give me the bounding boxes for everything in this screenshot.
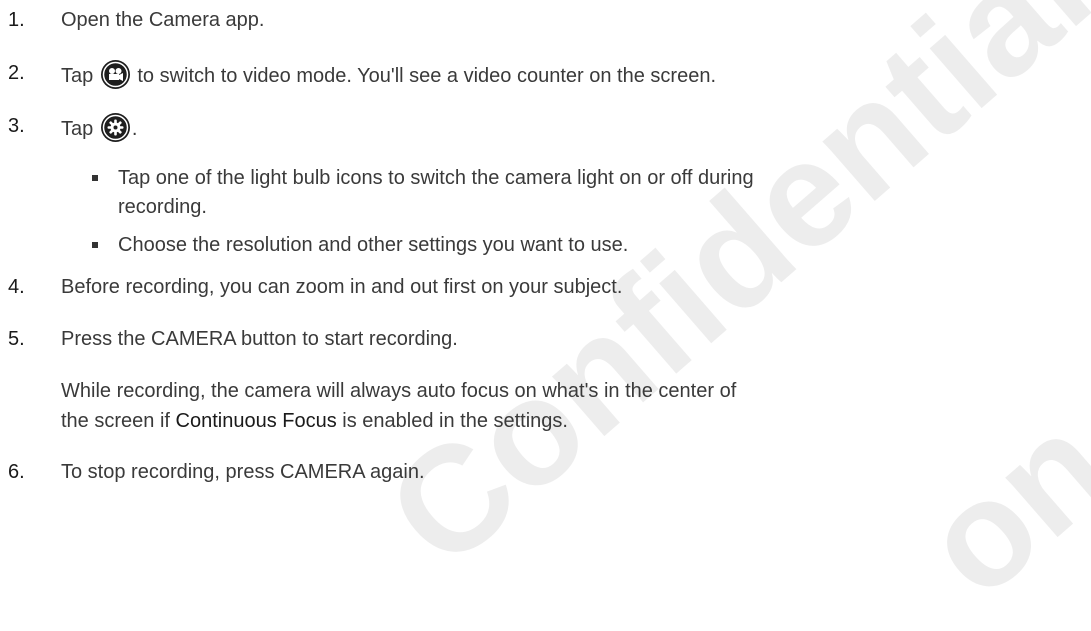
step-text: Tap to switch to video mode. You'll see …: [61, 60, 716, 89]
step-number: 4.: [8, 276, 25, 298]
step-text: Open the Camera app.: [61, 9, 265, 31]
setting-name: Continuous Focus: [175, 410, 337, 432]
note-text-after: is enabled in the settings.: [336, 410, 568, 432]
step-text: Press the CAMERA button to start recordi…: [61, 328, 458, 350]
note-text: While recording, the camera will always …: [61, 380, 737, 402]
step-number: 2.: [8, 62, 25, 84]
step-number: 6.: [8, 461, 25, 483]
step-text: Before recording, you can zoom in and ou…: [61, 276, 623, 298]
settings-gear-icon: [100, 113, 130, 142]
bullet-text: recording.: [118, 196, 207, 218]
watermark-confidential: Confidential: [356, 0, 1091, 599]
step-text-before: Tap: [61, 118, 94, 140]
step-text-after: to switch to video mode. You'll see a vi…: [137, 65, 716, 87]
step-number: 5.: [8, 328, 25, 350]
step-text-after: .: [131, 118, 138, 140]
step-text: Tap .: [61, 113, 137, 142]
step-number: 3.: [8, 115, 25, 137]
step-text: To stop recording, press CAMERA again.: [61, 461, 425, 483]
bullet-text: Choose the resolution and other settings…: [118, 234, 629, 256]
step-text-before: Tap: [61, 65, 94, 87]
bullet-text: Tap one of the light bulb icons to switc…: [118, 167, 754, 189]
note-text: the screen if Continuous Focus is enable…: [61, 408, 568, 434]
note-text-before: the screen if: [61, 410, 176, 432]
bullet-marker: [92, 175, 98, 181]
bullet-marker: [92, 242, 98, 248]
step-number: 1.: [8, 9, 25, 31]
video-camera-icon: [100, 60, 130, 89]
watermark-on: on: [891, 381, 1091, 629]
